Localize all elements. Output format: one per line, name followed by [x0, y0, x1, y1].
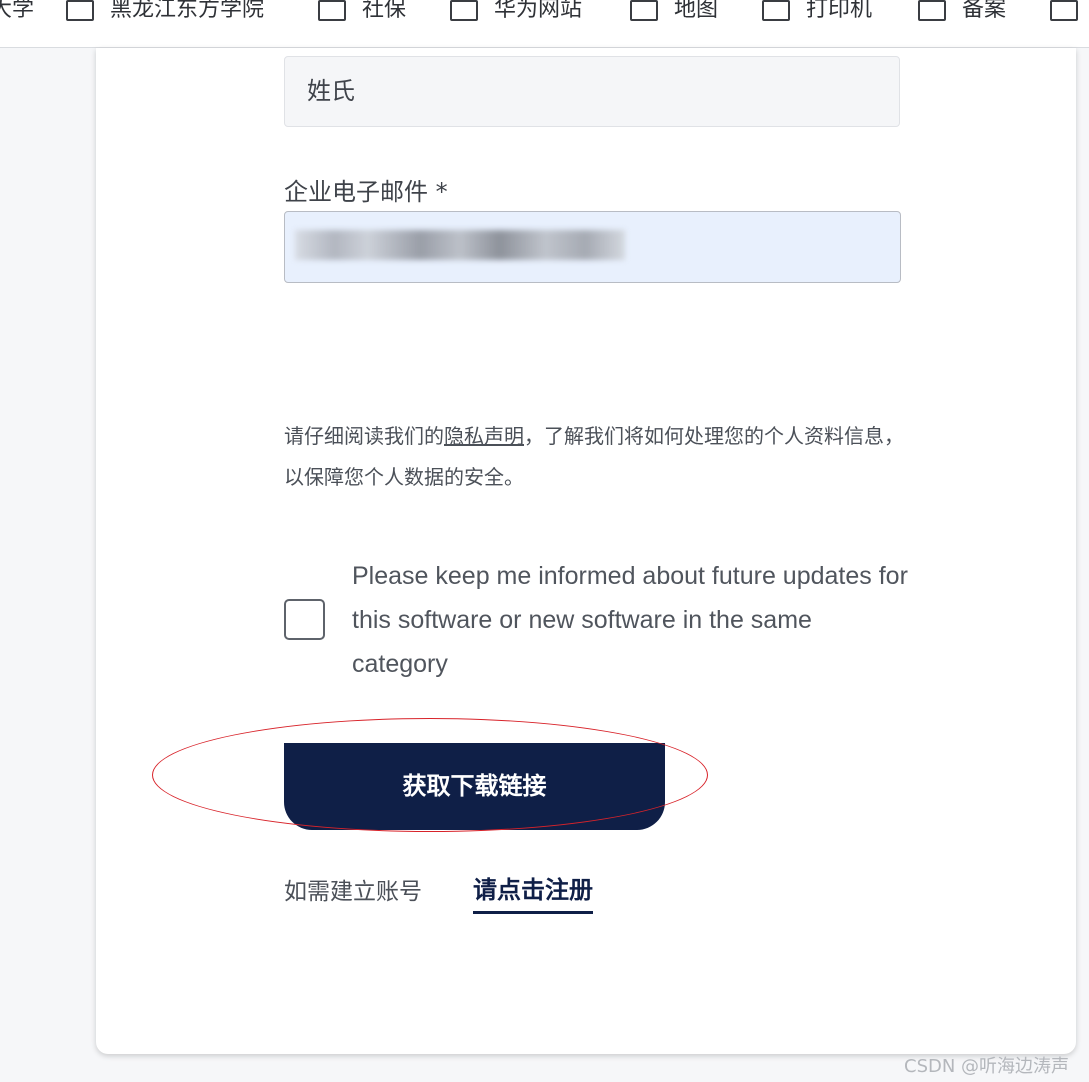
bookmark-label: 黑龙江东方学院	[110, 0, 265, 22]
folder-icon	[762, 0, 790, 21]
folder-icon	[918, 0, 946, 21]
marketing-consent-label[interactable]: Please keep me informed about future upd…	[352, 554, 912, 686]
bookmark-item[interactable]: 地图	[630, 0, 718, 24]
privacy-statement-link[interactable]: 隐私声明	[444, 424, 524, 448]
email-input[interactable]	[284, 211, 901, 283]
bookmark-label: 大学	[0, 0, 35, 22]
bookmark-item[interactable]: 华为网站	[450, 0, 582, 24]
bookmark-item[interactable]: 大学	[0, 0, 34, 24]
signup-form-card: 姓氏 企业电子邮件 * 请仔细阅读我们的隐私声明，了解我们将如何处理您的个人资料…	[96, 48, 1076, 1054]
folder-icon	[66, 0, 94, 21]
folder-icon	[630, 0, 658, 21]
bookmark-item[interactable]: 备案	[918, 0, 1006, 24]
email-field-label: 企业电子邮件 *	[284, 178, 448, 206]
last-name-placeholder: 姓氏	[307, 77, 355, 105]
privacy-text-prefix: 请仔细阅读我们的	[284, 424, 444, 448]
redacted-email-value	[295, 230, 625, 260]
folder-icon	[318, 0, 346, 21]
bookmarks-bar: 大学 黑龙江东方学院 社保 华为网站 地图 打印机 备案	[0, 0, 1089, 48]
last-name-input[interactable]: 姓氏	[284, 56, 900, 127]
folder-icon	[1050, 0, 1078, 21]
get-download-link-button[interactable]: 获取下载链接	[284, 743, 665, 830]
bookmark-item[interactable]: 社保	[318, 0, 406, 24]
bookmark-item[interactable]: 打印机	[762, 0, 872, 24]
bookmark-label: 地图	[674, 0, 719, 22]
watermark: CSDN @听海边涛声	[904, 1056, 1070, 1077]
bookmark-item[interactable]	[1050, 0, 1089, 24]
bookmark-label: 备案	[962, 0, 1007, 22]
folder-icon	[450, 0, 478, 21]
register-prompt: 如需建立账号	[284, 879, 422, 905]
privacy-notice: 请仔细阅读我们的隐私声明，了解我们将如何处理您的个人资料信息，以保障您个人数据的…	[284, 416, 904, 498]
bookmark-label: 社保	[362, 0, 407, 22]
bookmark-label: 华为网站	[494, 0, 583, 22]
register-link[interactable]: 请点击注册	[473, 870, 593, 914]
bookmark-label: 打印机	[806, 0, 873, 22]
marketing-consent-checkbox[interactable]	[284, 599, 325, 640]
bookmark-item[interactable]: 黑龙江东方学院	[66, 0, 264, 24]
